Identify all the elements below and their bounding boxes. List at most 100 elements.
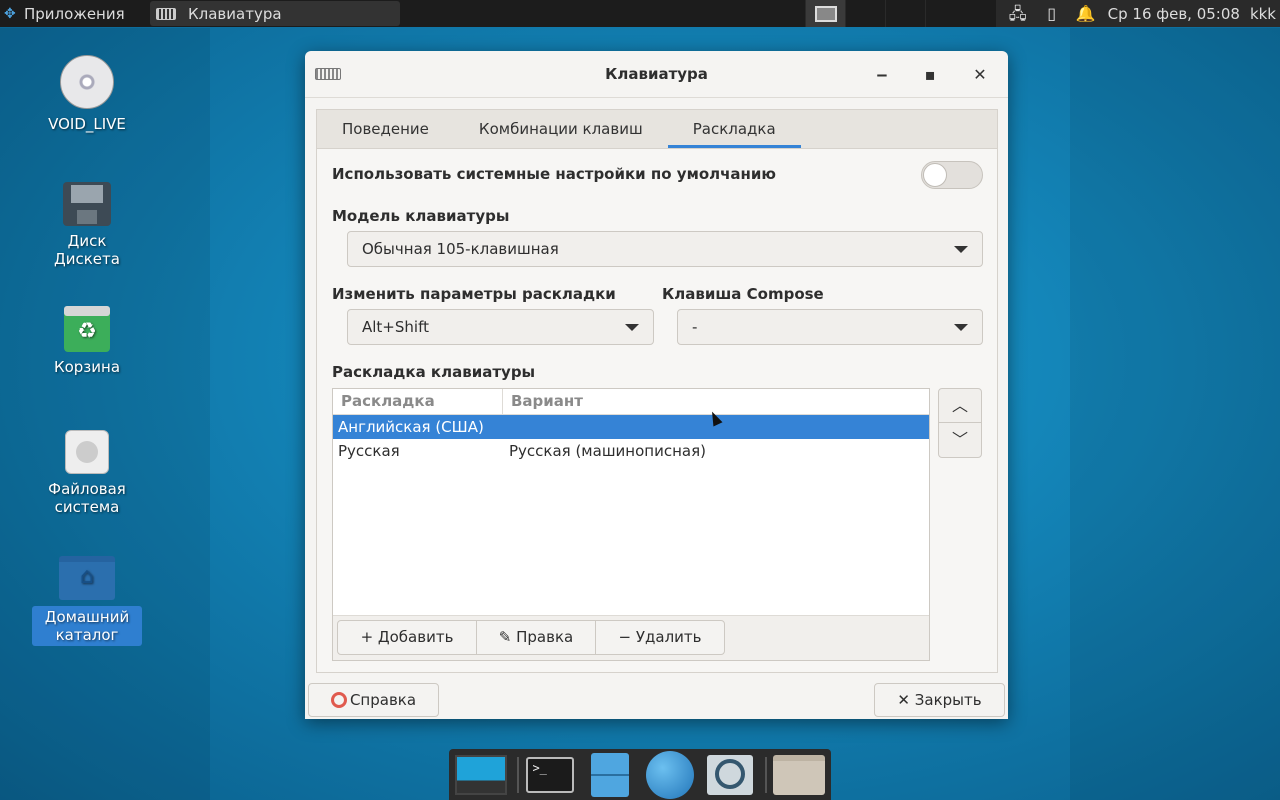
- network-icon[interactable]: 🖧: [1006, 3, 1030, 25]
- layout-cell: Русская: [338, 442, 400, 460]
- change-layout-option-label: Изменить параметры раскладки: [332, 285, 616, 303]
- keyboard-model-value: Обычная 105-клавишная: [362, 240, 559, 258]
- void-logo-icon: ✥: [4, 5, 16, 22]
- chevron-up-icon: ︿: [951, 396, 968, 415]
- edit-layout-button[interactable]: ✎ Правка: [476, 620, 596, 655]
- layout-cell: Английская (США): [338, 418, 484, 436]
- pencil-icon: ✎: [498, 628, 517, 646]
- layout-list: Раскладка Вариант Английская (США) Русск…: [332, 388, 930, 661]
- desktop-icon-floppy[interactable]: Диск Дискета: [32, 182, 142, 268]
- desktop-icon-label: Домашний каталог: [32, 606, 142, 646]
- dock-file-manager[interactable]: [582, 752, 638, 798]
- minus-icon: −: [618, 628, 636, 646]
- desktop-icon-trash[interactable]: ♻ Корзина: [32, 306, 142, 376]
- use-system-defaults-label: Использовать системные настройки по умол…: [332, 165, 777, 183]
- recycle-bin-icon: ♻: [64, 306, 110, 352]
- layout-tab-panel: Использовать системные настройки по умол…: [316, 148, 998, 673]
- help-button[interactable]: Справка: [308, 683, 439, 717]
- user-menu[interactable]: kkk: [1250, 5, 1276, 23]
- remove-layout-label: Удалить: [635, 628, 702, 646]
- terminal-icon: >_: [526, 756, 575, 793]
- reorder-buttons: ︿ ﹀: [938, 388, 982, 458]
- keyboard-model-select[interactable]: Обычная 105-клавишная: [347, 231, 983, 267]
- taskbar-window-title: Клавиатура: [188, 4, 282, 23]
- system-tray: 🖧 ▯ 🔔 Ср 16 фев, 05:08 kkk: [995, 0, 1280, 27]
- compose-key-value: -: [692, 318, 698, 336]
- desktop-icon-void-live[interactable]: VOID_LIVE: [32, 55, 142, 133]
- tab-shortcuts[interactable]: Комбинации клавиш: [454, 110, 668, 148]
- move-down-button[interactable]: ﹀: [939, 423, 981, 457]
- desktop-icon-home[interactable]: Домашний каталог: [32, 556, 142, 646]
- clock[interactable]: Ср 16 фев, 05:08: [1108, 5, 1240, 23]
- desktop-icon-label: Файловая система: [48, 480, 126, 516]
- compose-key-select[interactable]: -: [677, 309, 983, 345]
- edit-layout-label: Правка: [516, 628, 574, 646]
- move-up-button[interactable]: ︿: [939, 389, 981, 423]
- tab-bar: Поведение Комбинации клавиш Раскладка: [316, 109, 998, 148]
- desktop-icon-label: VOID_LIVE: [48, 115, 126, 133]
- column-header-layout[interactable]: Раскладка: [333, 389, 503, 414]
- plus-icon: +: [360, 628, 378, 646]
- variant-cell: Русская (машинописная): [509, 442, 706, 460]
- show-desktop-icon: [454, 754, 507, 795]
- tab-layout[interactable]: Раскладка: [667, 110, 801, 148]
- chevron-down-icon: ﹀: [951, 430, 968, 449]
- top-panel: ✥ Приложения Клавиатура 🖧 ▯ 🔔 Ср 16 фев,…: [0, 0, 1280, 27]
- remove-layout-button[interactable]: − Удалить: [595, 620, 725, 655]
- use-system-defaults-switch[interactable]: [921, 161, 983, 189]
- workspace-switcher: [805, 0, 965, 27]
- cd-drive-icon: [60, 55, 114, 109]
- dock-separator: [765, 756, 768, 793]
- floppy-disk-icon: [63, 182, 111, 226]
- tab-behavior[interactable]: Поведение: [317, 110, 454, 148]
- applications-menu-label: Приложения: [24, 4, 125, 23]
- maximize-button[interactable]: ▪: [918, 63, 942, 87]
- dock-folder[interactable]: [771, 752, 827, 798]
- taskbar-window-keyboard[interactable]: Клавиатура: [150, 1, 400, 26]
- hard-drive-icon: [65, 430, 109, 474]
- table-row[interactable]: Русская Русская (машинописная): [333, 439, 929, 463]
- dock-terminal[interactable]: >_: [523, 752, 579, 798]
- close-button[interactable]: ✕ Закрыть: [874, 683, 1005, 717]
- dock-app-finder[interactable]: [702, 752, 758, 798]
- desktop-icon-filesystem[interactable]: Файловая система: [32, 430, 142, 516]
- help-button-label: Справка: [349, 691, 417, 709]
- add-layout-label: Добавить: [377, 628, 454, 646]
- chevron-down-icon: [954, 324, 968, 331]
- dialog-title: Клавиатура: [605, 65, 708, 83]
- battery-icon[interactable]: ▯: [1040, 3, 1064, 25]
- workspace-3[interactable]: [885, 0, 925, 27]
- minimize-button[interactable]: ‒: [870, 63, 894, 87]
- dock: >_: [449, 749, 831, 800]
- add-layout-button[interactable]: + Добавить: [337, 620, 477, 655]
- switch-knob: [923, 163, 947, 187]
- lifebuoy-icon: [330, 692, 347, 708]
- close-icon: ✕: [897, 691, 915, 709]
- chevron-down-icon: [954, 246, 968, 253]
- dock-show-desktop[interactable]: [453, 752, 509, 798]
- workspace-1[interactable]: [805, 0, 845, 27]
- dialog-titlebar[interactable]: Клавиатура ‒ ▪ ✕: [305, 51, 1008, 98]
- close-button-label: Закрыть: [914, 691, 982, 709]
- keyboard-icon: [156, 7, 176, 20]
- table-row[interactable]: Английская (США): [333, 415, 929, 439]
- keyboard-settings-dialog: Клавиатура ‒ ▪ ✕ Поведение Комбинации кл…: [305, 51, 1008, 719]
- keyboard-model-label: Модель клавиатуры: [332, 207, 510, 225]
- workspace-2[interactable]: [845, 0, 885, 27]
- change-layout-option-select[interactable]: Alt+Shift: [347, 309, 654, 345]
- keyboard-layout-label: Раскладка клавиатуры: [332, 363, 536, 381]
- column-header-variant[interactable]: Вариант: [503, 389, 583, 414]
- chevron-down-icon: [625, 324, 639, 331]
- notifications-bell-icon[interactable]: 🔔: [1074, 3, 1098, 25]
- folder-icon: [773, 754, 826, 795]
- file-cabinet-icon: [591, 752, 630, 797]
- applications-menu[interactable]: ✥ Приложения: [0, 0, 148, 27]
- globe-icon: [645, 750, 694, 799]
- close-window-button[interactable]: ✕: [968, 63, 992, 87]
- layout-list-toolbar: + Добавить ✎ Правка − Удалить: [333, 615, 929, 660]
- compose-key-label: Клавиша Compose: [662, 285, 824, 303]
- home-folder-icon: [59, 556, 115, 600]
- desktop-icon-label: Корзина: [53, 358, 121, 376]
- dock-web-browser[interactable]: [642, 750, 698, 799]
- workspace-4[interactable]: [925, 0, 965, 27]
